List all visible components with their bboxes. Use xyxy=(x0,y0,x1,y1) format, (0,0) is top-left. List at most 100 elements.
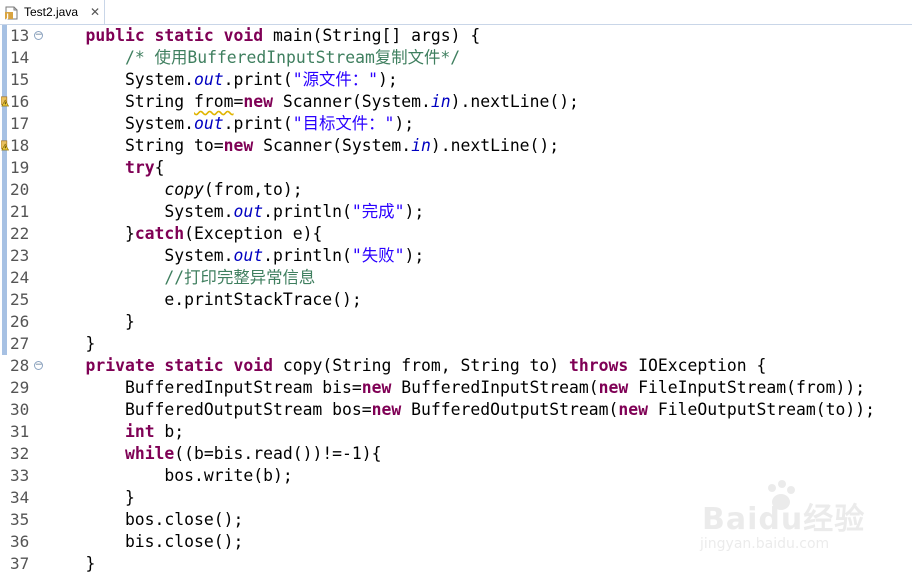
code-text: BufferedInputStream bis=new BufferedInpu… xyxy=(46,377,865,399)
code-token: System. xyxy=(46,70,195,89)
line-number: 14 xyxy=(10,48,30,67)
code-token: { xyxy=(154,158,165,177)
tab-test2-java[interactable]: J Test2.java ✕ xyxy=(0,0,105,24)
line-number: 35 xyxy=(10,510,30,529)
line-number: 16 xyxy=(10,92,30,111)
code-line[interactable]: 20 copy(from,to); xyxy=(0,179,912,201)
line-number: 27 xyxy=(10,334,30,353)
code-text: e.printStackTrace(); xyxy=(46,289,361,311)
code-text: }catch(Exception e){ xyxy=(46,223,322,245)
svg-text:J: J xyxy=(6,13,9,20)
code-line[interactable]: 30 BufferedOutputStream bos=new Buffered… xyxy=(0,399,912,421)
code-token: Scanner(System. xyxy=(273,92,431,111)
line-number: 13 xyxy=(10,26,30,45)
field-token: out xyxy=(233,202,264,221)
code-token: bis.close(); xyxy=(46,532,244,551)
close-icon[interactable]: ✕ xyxy=(90,6,100,18)
watermark-brand: Baidu经验 xyxy=(702,502,866,537)
code-token: .print( xyxy=(223,114,293,133)
code-token: FileInputStream(from)); xyxy=(628,378,866,397)
keyword-token: new xyxy=(243,92,273,111)
code-line[interactable]: 22 }catch(Exception e){ xyxy=(0,223,912,245)
code-text: public static void main(String[] args) { xyxy=(46,25,480,47)
code-text: copy(from,to); xyxy=(46,179,303,201)
code-text: System.out.println("失败"); xyxy=(46,245,424,267)
line-number: 20 xyxy=(10,180,30,199)
field-token: in xyxy=(411,136,431,155)
code-token: IOException { xyxy=(628,356,767,375)
line-number: 37 xyxy=(10,554,30,573)
code-token: .println( xyxy=(263,202,352,221)
fold-collapse-icon[interactable]: − xyxy=(34,31,43,40)
keyword-token: new xyxy=(371,400,402,419)
code-token: (Exception e){ xyxy=(184,224,323,243)
code-token: ); xyxy=(394,114,415,133)
code-line[interactable]: 28− private static void copy(String from… xyxy=(0,355,912,377)
code-line[interactable]: 27 } xyxy=(0,333,912,355)
code-text: } xyxy=(46,553,95,575)
keyword-token: new xyxy=(598,378,629,397)
java-file-icon: J xyxy=(5,5,18,20)
code-line[interactable]: 24 //打印完整异常信息 xyxy=(0,267,912,289)
line-number: 21 xyxy=(10,202,30,221)
code-text: bis.close(); xyxy=(46,531,243,553)
tab-title: Test2.java xyxy=(24,5,79,19)
code-text: String from=new Scanner(System.in).nextL… xyxy=(46,91,579,113)
warning-marker-icon[interactable] xyxy=(1,94,11,108)
code-line[interactable]: 18 String to=new Scanner(System.in).next… xyxy=(0,135,912,157)
code-line[interactable]: 25 e.printStackTrace(); xyxy=(0,289,912,311)
code-token: FileOutputStream(to)); xyxy=(647,400,875,419)
line-number: 19 xyxy=(10,158,30,177)
code-line[interactable]: 16 String from=new Scanner(System.in).ne… xyxy=(0,91,912,113)
baidu-watermark: Baidu经验 jingyan.baidu.com xyxy=(690,478,890,568)
code-token: BufferedInputStream( xyxy=(391,378,599,397)
code-text: try{ xyxy=(46,157,164,179)
code-token: BufferedOutputStream bos= xyxy=(46,400,372,419)
code-token: BufferedInputStream bis= xyxy=(46,378,362,397)
code-token: System. xyxy=(46,202,234,221)
code-token: } xyxy=(46,312,135,331)
code-line[interactable]: 19 try{ xyxy=(0,157,912,179)
code-line[interactable]: 15 System.out.print("源文件："); xyxy=(0,69,912,91)
code-text: } xyxy=(46,487,135,509)
watermark-url: jingyan.baidu.com xyxy=(700,536,830,552)
code-token: (from,to); xyxy=(203,180,303,199)
line-number: 24 xyxy=(10,268,30,287)
fold-collapse-icon[interactable]: − xyxy=(34,361,43,370)
code-token: = xyxy=(233,92,244,111)
editor-tab-bar: J Test2.java ✕ xyxy=(0,0,912,25)
code-token: copy xyxy=(164,180,204,199)
code-line[interactable]: 21 System.out.println("完成"); xyxy=(0,201,912,223)
code-line[interactable]: 13− public static void main(String[] arg… xyxy=(0,25,912,47)
code-text: System.out.print("目标文件："); xyxy=(46,113,414,135)
code-line[interactable]: 17 System.out.print("目标文件："); xyxy=(0,113,912,135)
keyword-token: new xyxy=(618,400,648,419)
code-token: .println( xyxy=(263,246,352,265)
line-number: 29 xyxy=(10,378,30,397)
code-token: System. xyxy=(46,246,234,265)
warning-marker-icon[interactable] xyxy=(1,138,11,152)
code-line[interactable]: 14 /* 使用BufferedInputStream复制文件*/ xyxy=(0,47,912,69)
code-text: System.out.println("完成"); xyxy=(46,201,424,223)
code-token: } xyxy=(46,488,135,507)
line-number: 32 xyxy=(10,444,30,463)
code-line[interactable]: 32 while((b=bis.read())!=-1){ xyxy=(0,443,912,465)
code-text: String to=new Scanner(System.in).nextLin… xyxy=(46,135,559,157)
code-line[interactable]: 29 BufferedInputStream bis=new BufferedI… xyxy=(0,377,912,399)
keyword-token: new xyxy=(361,378,392,397)
code-text: bos.write(b); xyxy=(46,465,292,487)
code-token: b; xyxy=(154,422,185,441)
code-token: } xyxy=(46,554,96,573)
code-line[interactable]: 26 } xyxy=(0,311,912,333)
line-number: 33 xyxy=(10,466,30,485)
keyword-token: public static void xyxy=(85,26,264,45)
code-line[interactable]: 23 System.out.println("失败"); xyxy=(0,245,912,267)
string-token: "失败" xyxy=(351,246,405,265)
code-token: from xyxy=(194,92,234,111)
line-number: 26 xyxy=(10,312,30,331)
code-line[interactable]: 31 int b; xyxy=(0,421,912,443)
